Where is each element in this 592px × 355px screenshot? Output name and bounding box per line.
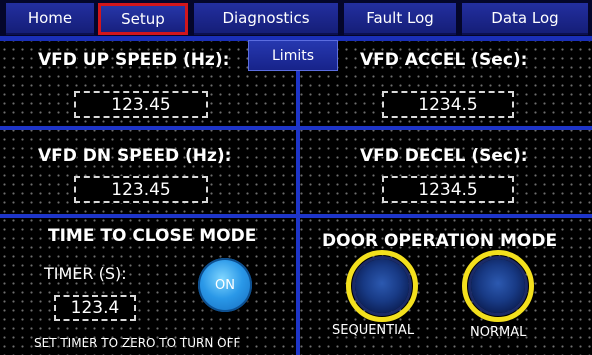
door-mode-title: DOOR OPERATION MODE [322, 231, 558, 251]
timer-input[interactable]: 123.4 [54, 295, 136, 321]
up-speed-input[interactable]: 123.45 [74, 91, 208, 118]
vertical-divider [296, 40, 300, 355]
tab-data-log[interactable]: Data Log [462, 3, 588, 35]
row-divider-2 [0, 214, 592, 218]
normal-label: NORMAL [470, 325, 527, 340]
tab-fault-log[interactable]: Fault Log [344, 3, 456, 35]
accel-input[interactable]: 1234.5 [382, 91, 514, 118]
normal-mode-button[interactable] [462, 250, 534, 322]
dn-speed-input[interactable]: 123.45 [74, 176, 208, 203]
sequential-lamp-icon [355, 259, 409, 313]
timer-hint: SET TIMER TO ZERO TO TURN OFF [34, 336, 241, 350]
sequential-mode-button[interactable] [346, 250, 418, 322]
tab-home[interactable]: Home [6, 3, 94, 35]
row-divider-1 [0, 126, 592, 130]
tab-bar: Home Setup Diagnostics Fault Log Data Lo… [0, 0, 592, 40]
up-speed-label: VFD UP SPEED (Hz): [38, 50, 230, 70]
decel-input[interactable]: 1234.5 [382, 176, 514, 203]
tab-limits[interactable]: Limits [248, 40, 338, 71]
tab-setup[interactable]: Setup [98, 3, 188, 35]
sequential-label: SEQUENTIAL [332, 323, 415, 338]
dn-speed-label: VFD DN SPEED (Hz): [38, 146, 232, 166]
accel-label: VFD ACCEL (Sec): [360, 50, 528, 70]
normal-lamp-icon [471, 259, 525, 313]
decel-label: VFD DECEL (Sec): [360, 146, 528, 166]
time-to-close-title: TIME TO CLOSE MODE [48, 226, 257, 246]
timer-on-toggle[interactable]: ON [198, 258, 252, 312]
timer-label: TIMER (S): [44, 264, 127, 283]
tab-diagnostics[interactable]: Diagnostics [194, 3, 338, 35]
